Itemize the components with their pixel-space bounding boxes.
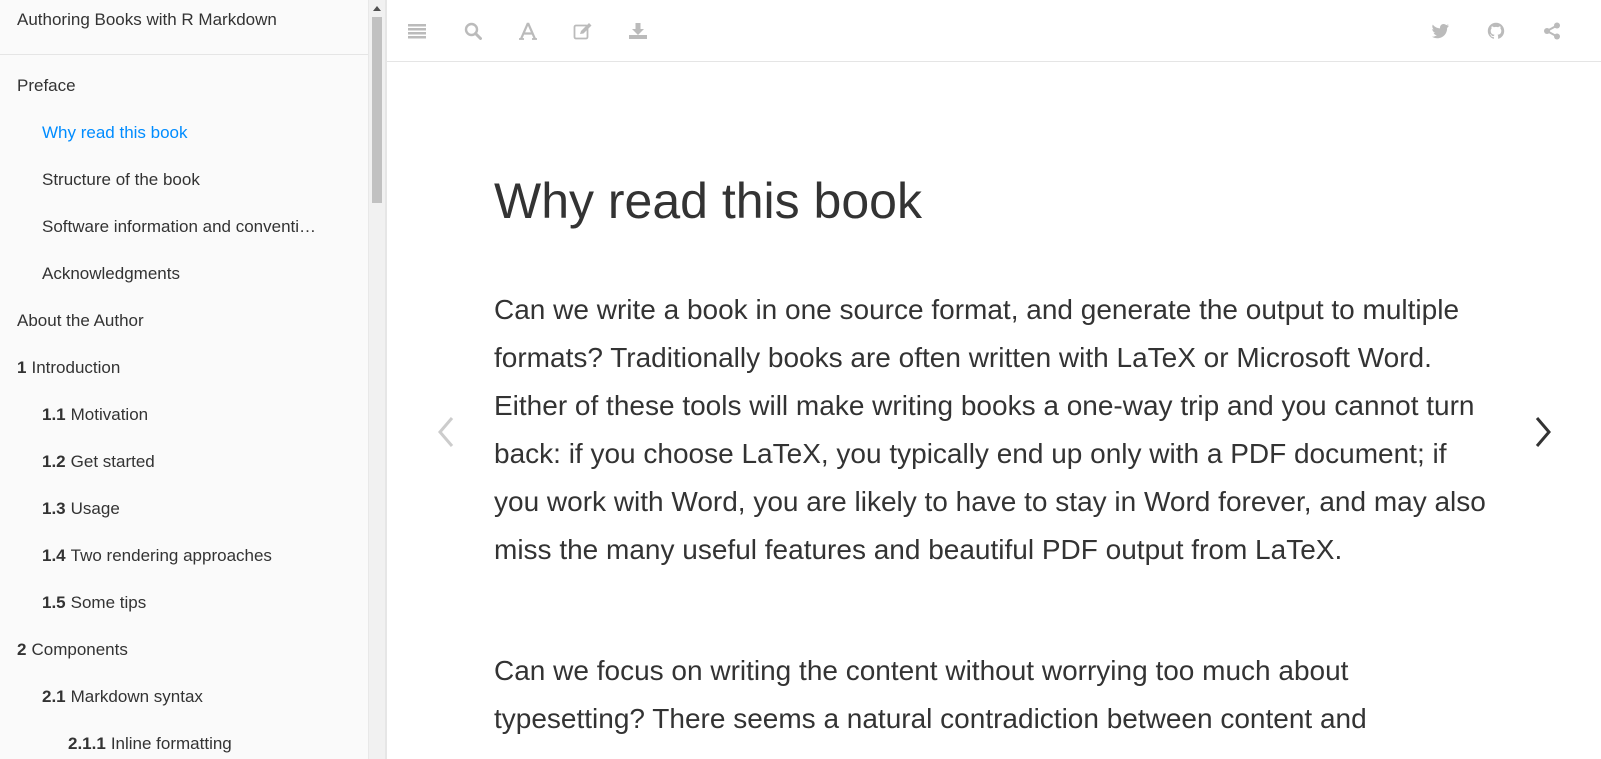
paragraph: Can we write a book in one source format…: [494, 294, 1486, 565]
toc-item-number: 1: [17, 358, 27, 377]
menu-icon[interactable]: [402, 16, 432, 46]
toc-item-number: 2.1: [42, 687, 66, 706]
previous-page-icon[interactable]: [431, 412, 461, 452]
download-icon[interactable]: [623, 16, 653, 46]
book-title[interactable]: Authoring Books with R Markdown: [17, 10, 277, 30]
toc-item[interactable]: 1.2 Get started: [0, 443, 368, 490]
toc-item-number: 1.4: [42, 546, 66, 565]
toc-item-number: 1.2: [42, 452, 66, 471]
toc-item[interactable]: 1.4 Two rendering approaches: [0, 537, 368, 584]
next-page-icon[interactable]: [1528, 412, 1558, 452]
toc-item-label: Acknowledgments: [42, 264, 180, 283]
toc-item[interactable]: 2 Components: [0, 631, 368, 678]
toc-item-label: Usage: [70, 499, 120, 518]
toc-item[interactable]: Preface: [0, 67, 368, 114]
toc-item[interactable]: 2.1.1 Inline formatting: [0, 725, 368, 759]
sidebar: Authoring Books with R Markdown Preface W…: [0, 0, 368, 759]
sidebar-scrollbar[interactable]: [368, 0, 385, 759]
toc-item-label: Preface: [17, 76, 76, 95]
toc-item[interactable]: Software information and conventi…: [0, 208, 368, 255]
toc-item-label: Structure of the book: [42, 170, 200, 189]
toc-item-label: Inline formatting: [110, 734, 232, 753]
twitter-icon[interactable]: [1426, 16, 1456, 46]
toc-item-number: 2: [17, 640, 27, 659]
toc-item-label: Two rendering approaches: [70, 546, 272, 565]
toc-item-label: Get started: [70, 452, 155, 471]
toc-item-label: Markdown syntax: [70, 687, 203, 706]
toc-item-number: 1.1: [42, 405, 66, 424]
toc-item[interactable]: 1 Introduction: [0, 349, 368, 396]
toc-item-number: 2.1.1: [68, 734, 106, 753]
toc-item[interactable]: 1.5 Some tips: [0, 584, 368, 631]
toc-item[interactable]: 2.1 Markdown syntax: [0, 678, 368, 725]
edit-icon[interactable]: [568, 16, 598, 46]
toc-item[interactable]: About the Author: [0, 302, 368, 349]
toc-item[interactable]: Acknowledgments: [0, 255, 368, 302]
toc-item-label: Software information and conventi…: [42, 217, 317, 236]
github-icon[interactable]: [1481, 16, 1511, 46]
toc-item-label: Why read this book: [42, 123, 188, 142]
search-icon[interactable]: [458, 16, 488, 46]
toc-item-label: Motivation: [70, 405, 149, 424]
font-settings-icon[interactable]: [513, 16, 543, 46]
toolbar: [387, 0, 1601, 62]
toc-item[interactable]: Why read this book: [0, 114, 368, 161]
page-title: Why read this book: [494, 173, 922, 229]
toc-item-number: 1.3: [42, 499, 66, 518]
toc-item-label: Introduction: [31, 358, 121, 377]
toc-item[interactable]: Structure of the book: [0, 161, 368, 208]
sidebar-divider: [0, 54, 368, 55]
share-icon[interactable]: [1537, 16, 1567, 46]
toc-item[interactable]: 1.3 Usage: [0, 490, 368, 537]
toc-item-number: 1.5: [42, 593, 66, 612]
pane-divider: [385, 0, 387, 759]
paragraph: Can we focus on writing the content with…: [494, 655, 1367, 734]
toc-item-label: Some tips: [70, 593, 147, 612]
scroll-up-arrow-icon[interactable]: [373, 6, 381, 11]
toc-item-label: About the Author: [17, 311, 144, 330]
toc-item-label: Components: [31, 640, 128, 659]
scrollbar-thumb[interactable]: [372, 17, 382, 203]
toc-item[interactable]: 1.1 Motivation: [0, 396, 368, 443]
table-of-contents: Preface Why read this book Structure of th…: [0, 67, 368, 759]
